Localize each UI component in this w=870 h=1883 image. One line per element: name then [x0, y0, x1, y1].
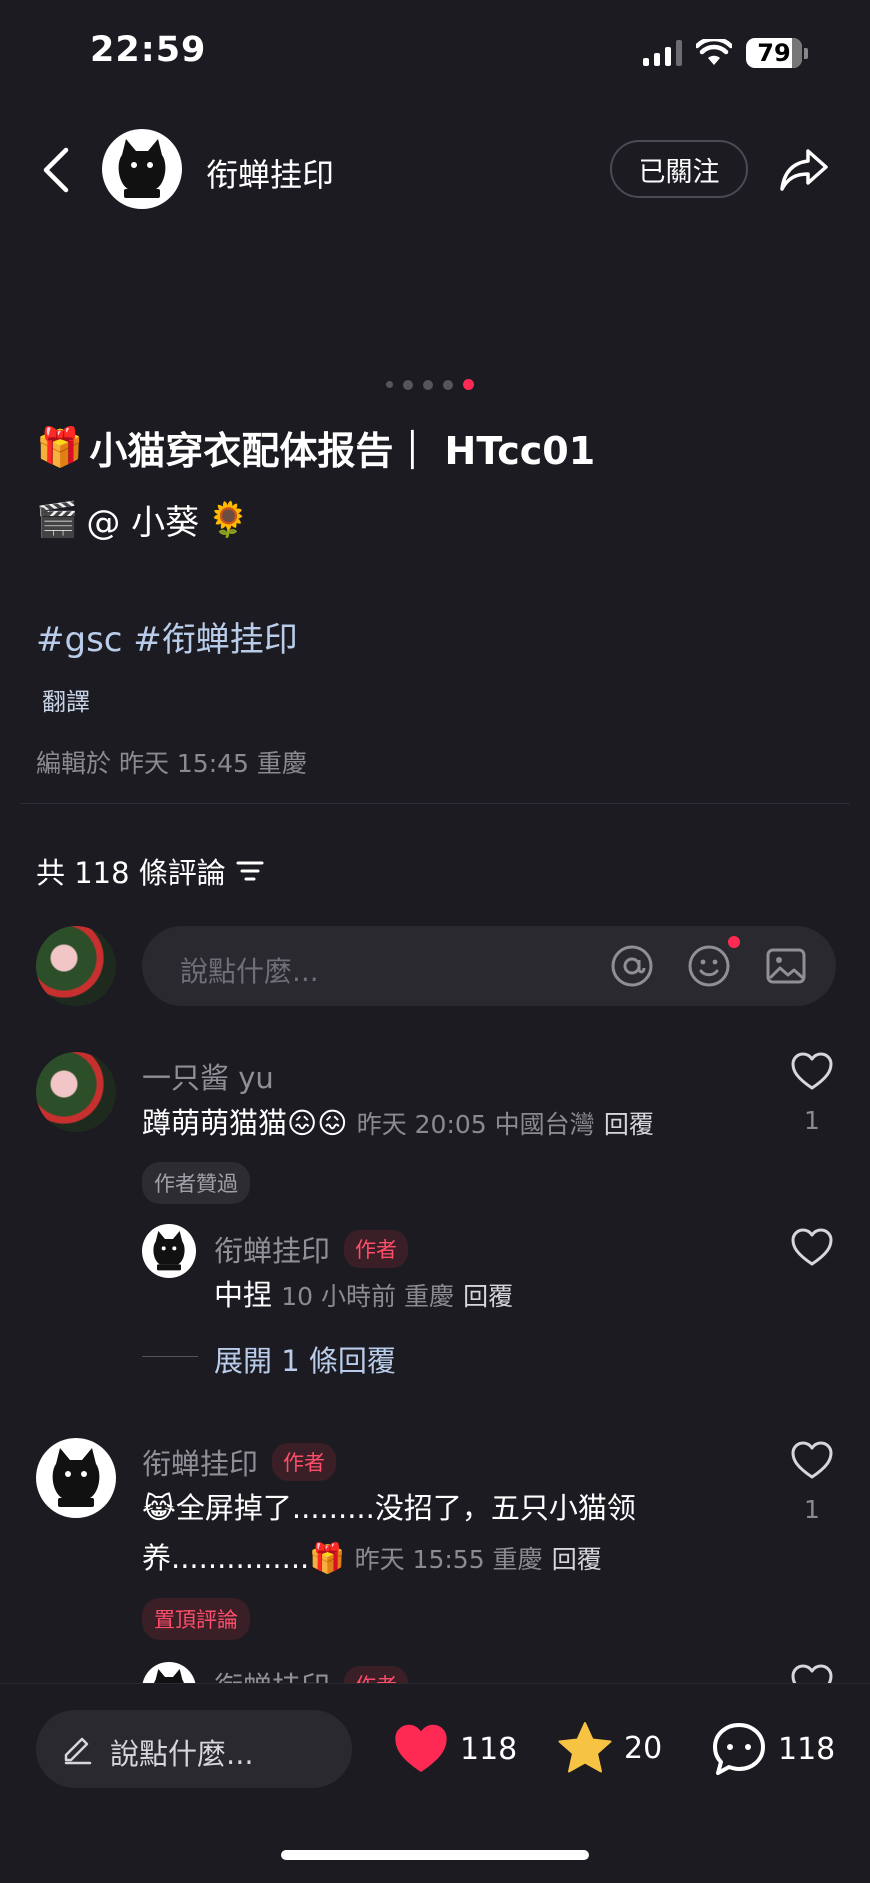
- account-name[interactable]: 衔蝉挂印: [206, 150, 334, 196]
- comment-body-line1[interactable]: 😹全屏掉了.........没招了，五只小猫领: [142, 1483, 636, 1533]
- notification-dot: [728, 936, 740, 948]
- share-icon[interactable]: [778, 145, 830, 193]
- reply-header: 衔蝉挂印 作者: [214, 1228, 409, 1270]
- reply-body[interactable]: 中捏 10 小時前 重慶 回覆: [214, 1270, 513, 1322]
- reply-button[interactable]: 回覆: [463, 1282, 513, 1311]
- expand-row: [142, 1356, 198, 1357]
- image-icon[interactable]: [764, 944, 808, 988]
- battery-level: 79: [757, 39, 791, 67]
- commenter-name[interactable]: 衔蝉挂印: [142, 1441, 258, 1483]
- favorite-total: 20: [624, 1730, 663, 1766]
- credit-mention[interactable]: @ 小葵: [86, 495, 199, 544]
- commenter-avatar[interactable]: [36, 1052, 116, 1132]
- reply-button[interactable]: 回覆: [604, 1110, 654, 1139]
- expand-line: [142, 1356, 198, 1357]
- comment-button[interactable]: 118: [710, 1720, 835, 1778]
- reply-meta: 10 小時前 重慶: [281, 1282, 454, 1311]
- author-badge: 作者: [344, 1230, 409, 1268]
- emoji-icon[interactable]: [687, 944, 731, 988]
- commenter-name[interactable]: 一只酱 yu: [142, 1055, 274, 1097]
- like-total: 118: [460, 1731, 518, 1767]
- gift-emoji: 🎁: [309, 1541, 346, 1575]
- comment-body[interactable]: 蹲萌萌猫猫😖😖 昨天 20:05 中國台灣 回覆: [142, 1098, 654, 1150]
- carousel-indicator: [386, 379, 474, 390]
- cat-logo-icon: [52, 1448, 100, 1507]
- expand-replies-button[interactable]: 展開 1 條回覆: [214, 1338, 396, 1380]
- following-button[interactable]: 已關注: [610, 140, 748, 198]
- comment-header: 衔蝉挂印 作者: [142, 1441, 337, 1483]
- comment-input-placeholder[interactable]: 說點什麼...: [180, 950, 319, 990]
- comment-count-header: 共 118 條評論: [36, 850, 264, 892]
- like-count: 1: [804, 1495, 820, 1524]
- emoji-stickers: 😖😖: [287, 1106, 348, 1140]
- cat-logo-icon: [118, 139, 166, 198]
- reply-button[interactable]: 回覆: [552, 1545, 602, 1574]
- gift-emoji: 🎁: [36, 425, 84, 469]
- cat-logo-icon: [153, 1231, 185, 1271]
- heart-outline-icon[interactable]: [791, 1052, 833, 1092]
- comment-count: 共 118 條評論: [36, 856, 226, 890]
- reply-name[interactable]: 衔蝉挂印: [214, 1228, 330, 1270]
- edited-timestamp: 編輯於 昨天 15:45 重慶: [36, 749, 307, 778]
- heart-filled-icon: [395, 1724, 447, 1772]
- pinned-comment-tag: 置頂評論: [142, 1598, 250, 1640]
- status-time: 22:59: [90, 30, 207, 70]
- account-avatar[interactable]: [102, 129, 182, 209]
- author-badge: 作者: [272, 1443, 337, 1481]
- post-title-text: 小猫穿衣配体报告｜ HTcc01: [89, 429, 596, 473]
- comment-meta: 昨天 20:05 中國台灣: [356, 1110, 595, 1139]
- like-count: 1: [804, 1106, 820, 1135]
- reply-avatar[interactable]: [142, 1224, 196, 1278]
- sunflower-emoji: 🌻: [207, 499, 250, 540]
- wifi-icon: [696, 39, 732, 65]
- star-filled-icon: [558, 1722, 612, 1773]
- commenter-avatar[interactable]: [36, 1438, 116, 1518]
- mention-icon[interactable]: [610, 944, 654, 988]
- signal-icon: [643, 40, 682, 66]
- status-icons: 79: [643, 38, 808, 68]
- comment-total: 118: [778, 1731, 836, 1767]
- home-indicator[interactable]: [281, 1850, 589, 1860]
- post-title: 🎁 小猫穿衣配体报告｜ HTcc01: [36, 420, 595, 475]
- clapper-emoji: 🎬: [36, 499, 79, 540]
- translate-link[interactable]: 翻譯: [42, 682, 90, 717]
- sort-icon[interactable]: [236, 859, 264, 883]
- cat-emoji: 😹: [142, 1491, 176, 1525]
- comment-meta: 昨天 15:55 重慶: [354, 1545, 543, 1574]
- post-credit: 🎬 @ 小葵 🌻: [36, 495, 250, 544]
- like-button[interactable]: 118: [392, 1722, 517, 1776]
- favorite-button[interactable]: 20: [556, 1720, 662, 1776]
- author-liked-tag: 作者贊過: [142, 1162, 250, 1204]
- heart-outline-icon[interactable]: [791, 1441, 833, 1481]
- back-arrow-icon[interactable]: [36, 145, 76, 195]
- comment-bubble-icon: [713, 1723, 765, 1775]
- divider: [20, 803, 850, 804]
- comment-body-line2[interactable]: 养...............🎁 昨天 15:55 重慶 回覆: [142, 1533, 602, 1585]
- heart-outline-icon[interactable]: [791, 1228, 833, 1268]
- bottom-input-placeholder[interactable]: 說點什麼...: [110, 1731, 254, 1773]
- pencil-icon: [64, 1737, 92, 1765]
- my-avatar: [36, 926, 116, 1006]
- post-hashtags[interactable]: #gsc #衔蝉挂印: [36, 612, 298, 661]
- battery-icon: 79: [746, 38, 808, 68]
